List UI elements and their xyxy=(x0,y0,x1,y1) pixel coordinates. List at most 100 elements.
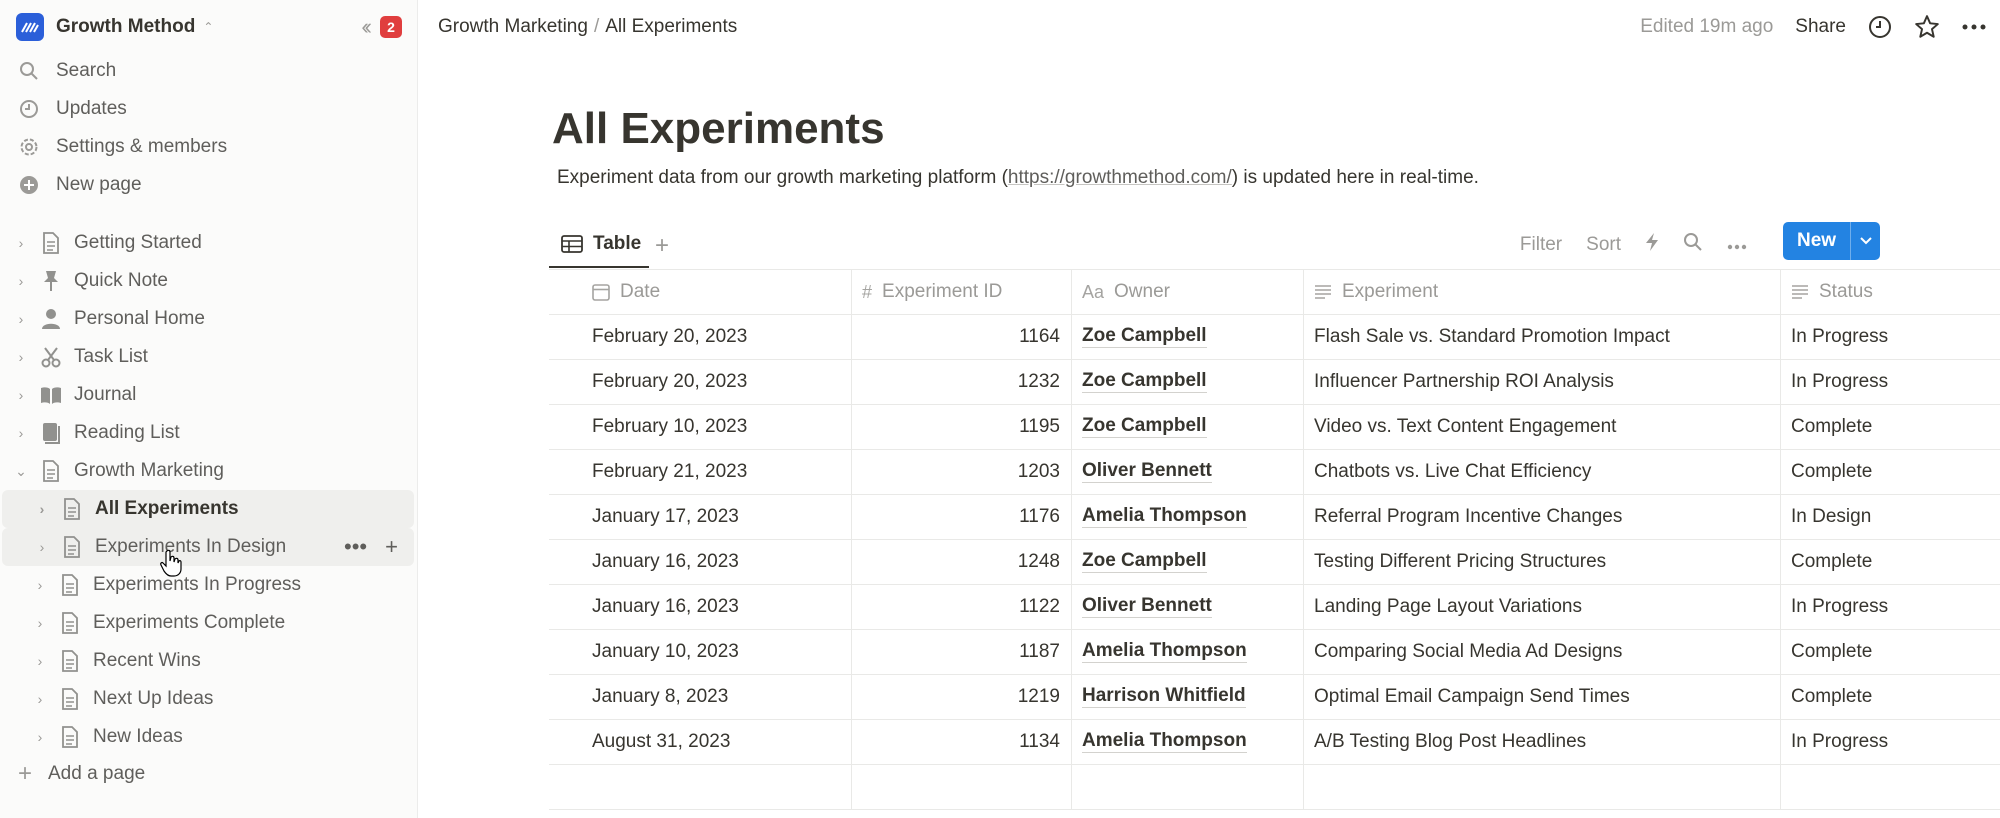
tab-table[interactable]: Table xyxy=(549,222,649,268)
sidebar-item-new-ideas[interactable]: › New Ideas xyxy=(0,718,418,756)
cell-experiment[interactable] xyxy=(1304,765,1781,809)
cell-experiment[interactable]: Referral Program Incentive Changes xyxy=(1304,495,1781,539)
cell-status[interactable]: In Progress xyxy=(1781,315,2000,359)
add-view-icon[interactable]: + xyxy=(655,232,669,260)
more-options-icon[interactable] xyxy=(1727,234,1747,256)
sidebar-search[interactable]: Search xyxy=(0,52,418,90)
chevron-right-icon[interactable]: › xyxy=(31,615,49,631)
sidebar-item-growth-marketing[interactable]: ⌄ Growth Marketing xyxy=(0,452,418,490)
chevron-right-icon[interactable]: › xyxy=(12,387,30,403)
table-row[interactable]: February 20, 2023 1164 Zoe Campbell Flas… xyxy=(549,315,2000,360)
add-subpage-icon[interactable]: + xyxy=(385,534,398,560)
cell-status[interactable]: In Progress xyxy=(1781,585,2000,629)
cell-date[interactable] xyxy=(549,765,852,809)
more-options-icon[interactable]: ••• xyxy=(344,534,367,560)
cell-experiment[interactable]: Flash Sale vs. Standard Promotion Impact xyxy=(1304,315,1781,359)
cell-experiment-id[interactable] xyxy=(852,765,1072,809)
sidebar-new-page[interactable]: New page xyxy=(0,166,418,204)
cell-experiment[interactable]: Optimal Email Campaign Send Times xyxy=(1304,675,1781,719)
chevron-right-icon[interactable]: › xyxy=(33,539,51,555)
chevron-right-icon[interactable]: › xyxy=(12,425,30,441)
cell-owner[interactable] xyxy=(1072,765,1304,809)
breadcrumb-parent[interactable]: Growth Marketing xyxy=(438,16,588,38)
cell-experiment[interactable]: A/B Testing Blog Post Headlines xyxy=(1304,720,1781,764)
cell-owner[interactable]: Zoe Campbell xyxy=(1072,360,1304,404)
sidebar-item-reading-list[interactable]: › Reading List xyxy=(0,414,418,452)
sidebar-item-journal[interactable]: › Journal xyxy=(0,376,418,414)
cell-owner[interactable]: Zoe Campbell xyxy=(1072,405,1304,449)
cell-date[interactable]: January 17, 2023 xyxy=(549,495,852,539)
column-header-experiment-id[interactable]: # Experiment ID xyxy=(852,270,1072,314)
table-row[interactable]: February 20, 2023 1232 Zoe Campbell Infl… xyxy=(549,360,2000,405)
chevron-down-icon[interactable]: ⌄ xyxy=(12,463,30,480)
cell-date[interactable]: February 20, 2023 xyxy=(549,360,852,404)
cell-experiment-id[interactable]: 1176 xyxy=(852,495,1072,539)
cell-date[interactable]: February 20, 2023 xyxy=(549,315,852,359)
table-row[interactable]: January 16, 2023 1122 Oliver Bennett Lan… xyxy=(549,585,2000,630)
chevron-right-icon[interactable]: › xyxy=(31,729,49,745)
table-row[interactable]: February 21, 2023 1203 Oliver Bennett Ch… xyxy=(549,450,2000,495)
automation-icon[interactable] xyxy=(1645,232,1659,258)
chevron-right-icon[interactable]: › xyxy=(31,577,49,593)
description-link[interactable]: https://growthmethod.com/ xyxy=(1008,167,1232,188)
sidebar-item-next-up-ideas[interactable]: › Next Up Ideas xyxy=(0,680,418,718)
sidebar-item-experiments-in-progress[interactable]: › Experiments In Progress xyxy=(0,566,418,604)
page-description[interactable]: Experiment data from our growth marketin… xyxy=(557,167,1479,189)
cell-experiment[interactable]: Chatbots vs. Live Chat Efficiency xyxy=(1304,450,1781,494)
chevron-down-icon[interactable] xyxy=(1850,222,1881,260)
notification-badge[interactable]: 2 xyxy=(380,16,402,38)
sidebar-item-recent-wins[interactable]: › Recent Wins xyxy=(0,642,418,680)
table-row[interactable]: January 10, 2023 1187 Amelia Thompson Co… xyxy=(549,630,2000,675)
sidebar-settings[interactable]: Settings & members xyxy=(0,128,418,166)
chevron-right-icon[interactable]: › xyxy=(33,501,51,517)
cell-status[interactable]: In Design xyxy=(1781,495,2000,539)
workspace-switcher[interactable]: Growth Method ⌃ ‹‹ 2 xyxy=(16,12,402,42)
cell-owner[interactable]: Amelia Thompson xyxy=(1072,720,1304,764)
cell-experiment-id[interactable]: 1219 xyxy=(852,675,1072,719)
cell-status[interactable]: Complete xyxy=(1781,450,2000,494)
cell-experiment[interactable]: Landing Page Layout Variations xyxy=(1304,585,1781,629)
cell-status[interactable]: Complete xyxy=(1781,675,2000,719)
breadcrumb-current[interactable]: All Experiments xyxy=(605,16,737,38)
column-header-status[interactable]: Status xyxy=(1781,270,2000,314)
cell-date[interactable]: August 31, 2023 xyxy=(549,720,852,764)
add-page-button[interactable]: + Add a page xyxy=(0,755,418,793)
cell-date[interactable]: January 10, 2023 xyxy=(549,630,852,674)
cell-status[interactable]: Complete xyxy=(1781,630,2000,674)
chevron-right-icon[interactable]: › xyxy=(12,273,30,289)
cell-owner[interactable]: Zoe Campbell xyxy=(1072,540,1304,584)
cell-experiment-id[interactable]: 1248 xyxy=(852,540,1072,584)
collapse-sidebar-icon[interactable]: ‹‹ xyxy=(361,16,371,38)
cell-owner[interactable]: Harrison Whitfield xyxy=(1072,675,1304,719)
cell-experiment[interactable]: Video vs. Text Content Engagement xyxy=(1304,405,1781,449)
cell-date[interactable]: February 21, 2023 xyxy=(549,450,852,494)
more-options-icon[interactable] xyxy=(1962,24,1986,30)
table-row[interactable]: August 31, 2023 1134 Amelia Thompson A/B… xyxy=(549,720,2000,765)
sidebar-item-quick-note[interactable]: › Quick Note xyxy=(0,262,418,300)
cell-experiment-id[interactable]: 1203 xyxy=(852,450,1072,494)
history-icon[interactable] xyxy=(1868,15,1892,39)
cell-status[interactable] xyxy=(1781,765,2000,809)
share-button[interactable]: Share xyxy=(1795,16,1846,38)
cell-date[interactable]: February 10, 2023 xyxy=(549,405,852,449)
cell-owner[interactable]: Amelia Thompson xyxy=(1072,495,1304,539)
chevron-right-icon[interactable]: › xyxy=(12,349,30,365)
table-row[interactable]: January 8, 2023 1219 Harrison Whitfield … xyxy=(549,675,2000,720)
cell-experiment-id[interactable]: 1187 xyxy=(852,630,1072,674)
cell-experiment[interactable]: Influencer Partnership ROI Analysis xyxy=(1304,360,1781,404)
cell-owner[interactable]: Oliver Bennett xyxy=(1072,585,1304,629)
column-header-date[interactable]: Date xyxy=(549,270,852,314)
column-header-owner[interactable]: Aa Owner xyxy=(1072,270,1304,314)
sidebar-item-experiments-complete[interactable]: › Experiments Complete xyxy=(0,604,418,642)
cell-status[interactable]: Complete xyxy=(1781,540,2000,584)
chevron-right-icon[interactable]: › xyxy=(31,653,49,669)
cell-experiment-id[interactable]: 1122 xyxy=(852,585,1072,629)
sidebar-item-experiments-in-design[interactable]: › Experiments In Design ••• + xyxy=(2,528,414,566)
table-row[interactable]: January 16, 2023 1248 Zoe Campbell Testi… xyxy=(549,540,2000,585)
cell-date[interactable]: January 16, 2023 xyxy=(549,585,852,629)
cell-owner[interactable]: Oliver Bennett xyxy=(1072,450,1304,494)
search-icon[interactable] xyxy=(1683,232,1703,258)
table-row[interactable]: February 10, 2023 1195 Zoe Campbell Vide… xyxy=(549,405,2000,450)
chevron-right-icon[interactable]: › xyxy=(12,311,30,327)
page-title[interactable]: All Experiments xyxy=(552,104,885,154)
